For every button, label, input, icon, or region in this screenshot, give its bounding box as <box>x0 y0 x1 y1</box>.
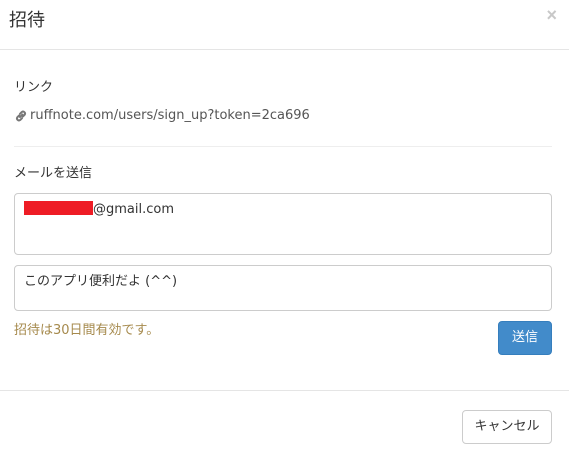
message-text: このアプリ便利だよ (^^) <box>24 274 178 289</box>
send-button[interactable]: 送信 <box>498 321 552 355</box>
redacted-email-username <box>24 201 93 215</box>
email-section-label: メールを送信 <box>14 166 93 181</box>
invite-link-url: ruffnote.com/users/sign_up?token=2ca696 <box>30 108 310 123</box>
link-section-label: リンク <box>14 80 54 95</box>
section-divider <box>14 146 552 147</box>
message-input[interactable]: このアプリ便利だよ (^^) <box>14 265 552 311</box>
invite-dialog: 招待 × リンク ruffnote.com/users/sign_up?toke… <box>0 0 569 462</box>
cancel-button[interactable]: キャンセル <box>462 410 552 444</box>
close-button[interactable]: × <box>546 5 557 25</box>
email-input[interactable]: @gmail.com <box>14 193 552 255</box>
email-domain: @gmail.com <box>93 202 175 217</box>
validity-note: 招待は30日間有効です。 <box>14 323 160 338</box>
dialog-title: 招待 <box>9 10 45 31</box>
dialog-footer: キャンセル <box>0 390 569 462</box>
dialog-header: 招待 × <box>0 0 569 50</box>
link-icon <box>14 109 28 123</box>
invite-link[interactable]: ruffnote.com/users/sign_up?token=2ca696 <box>14 107 310 125</box>
